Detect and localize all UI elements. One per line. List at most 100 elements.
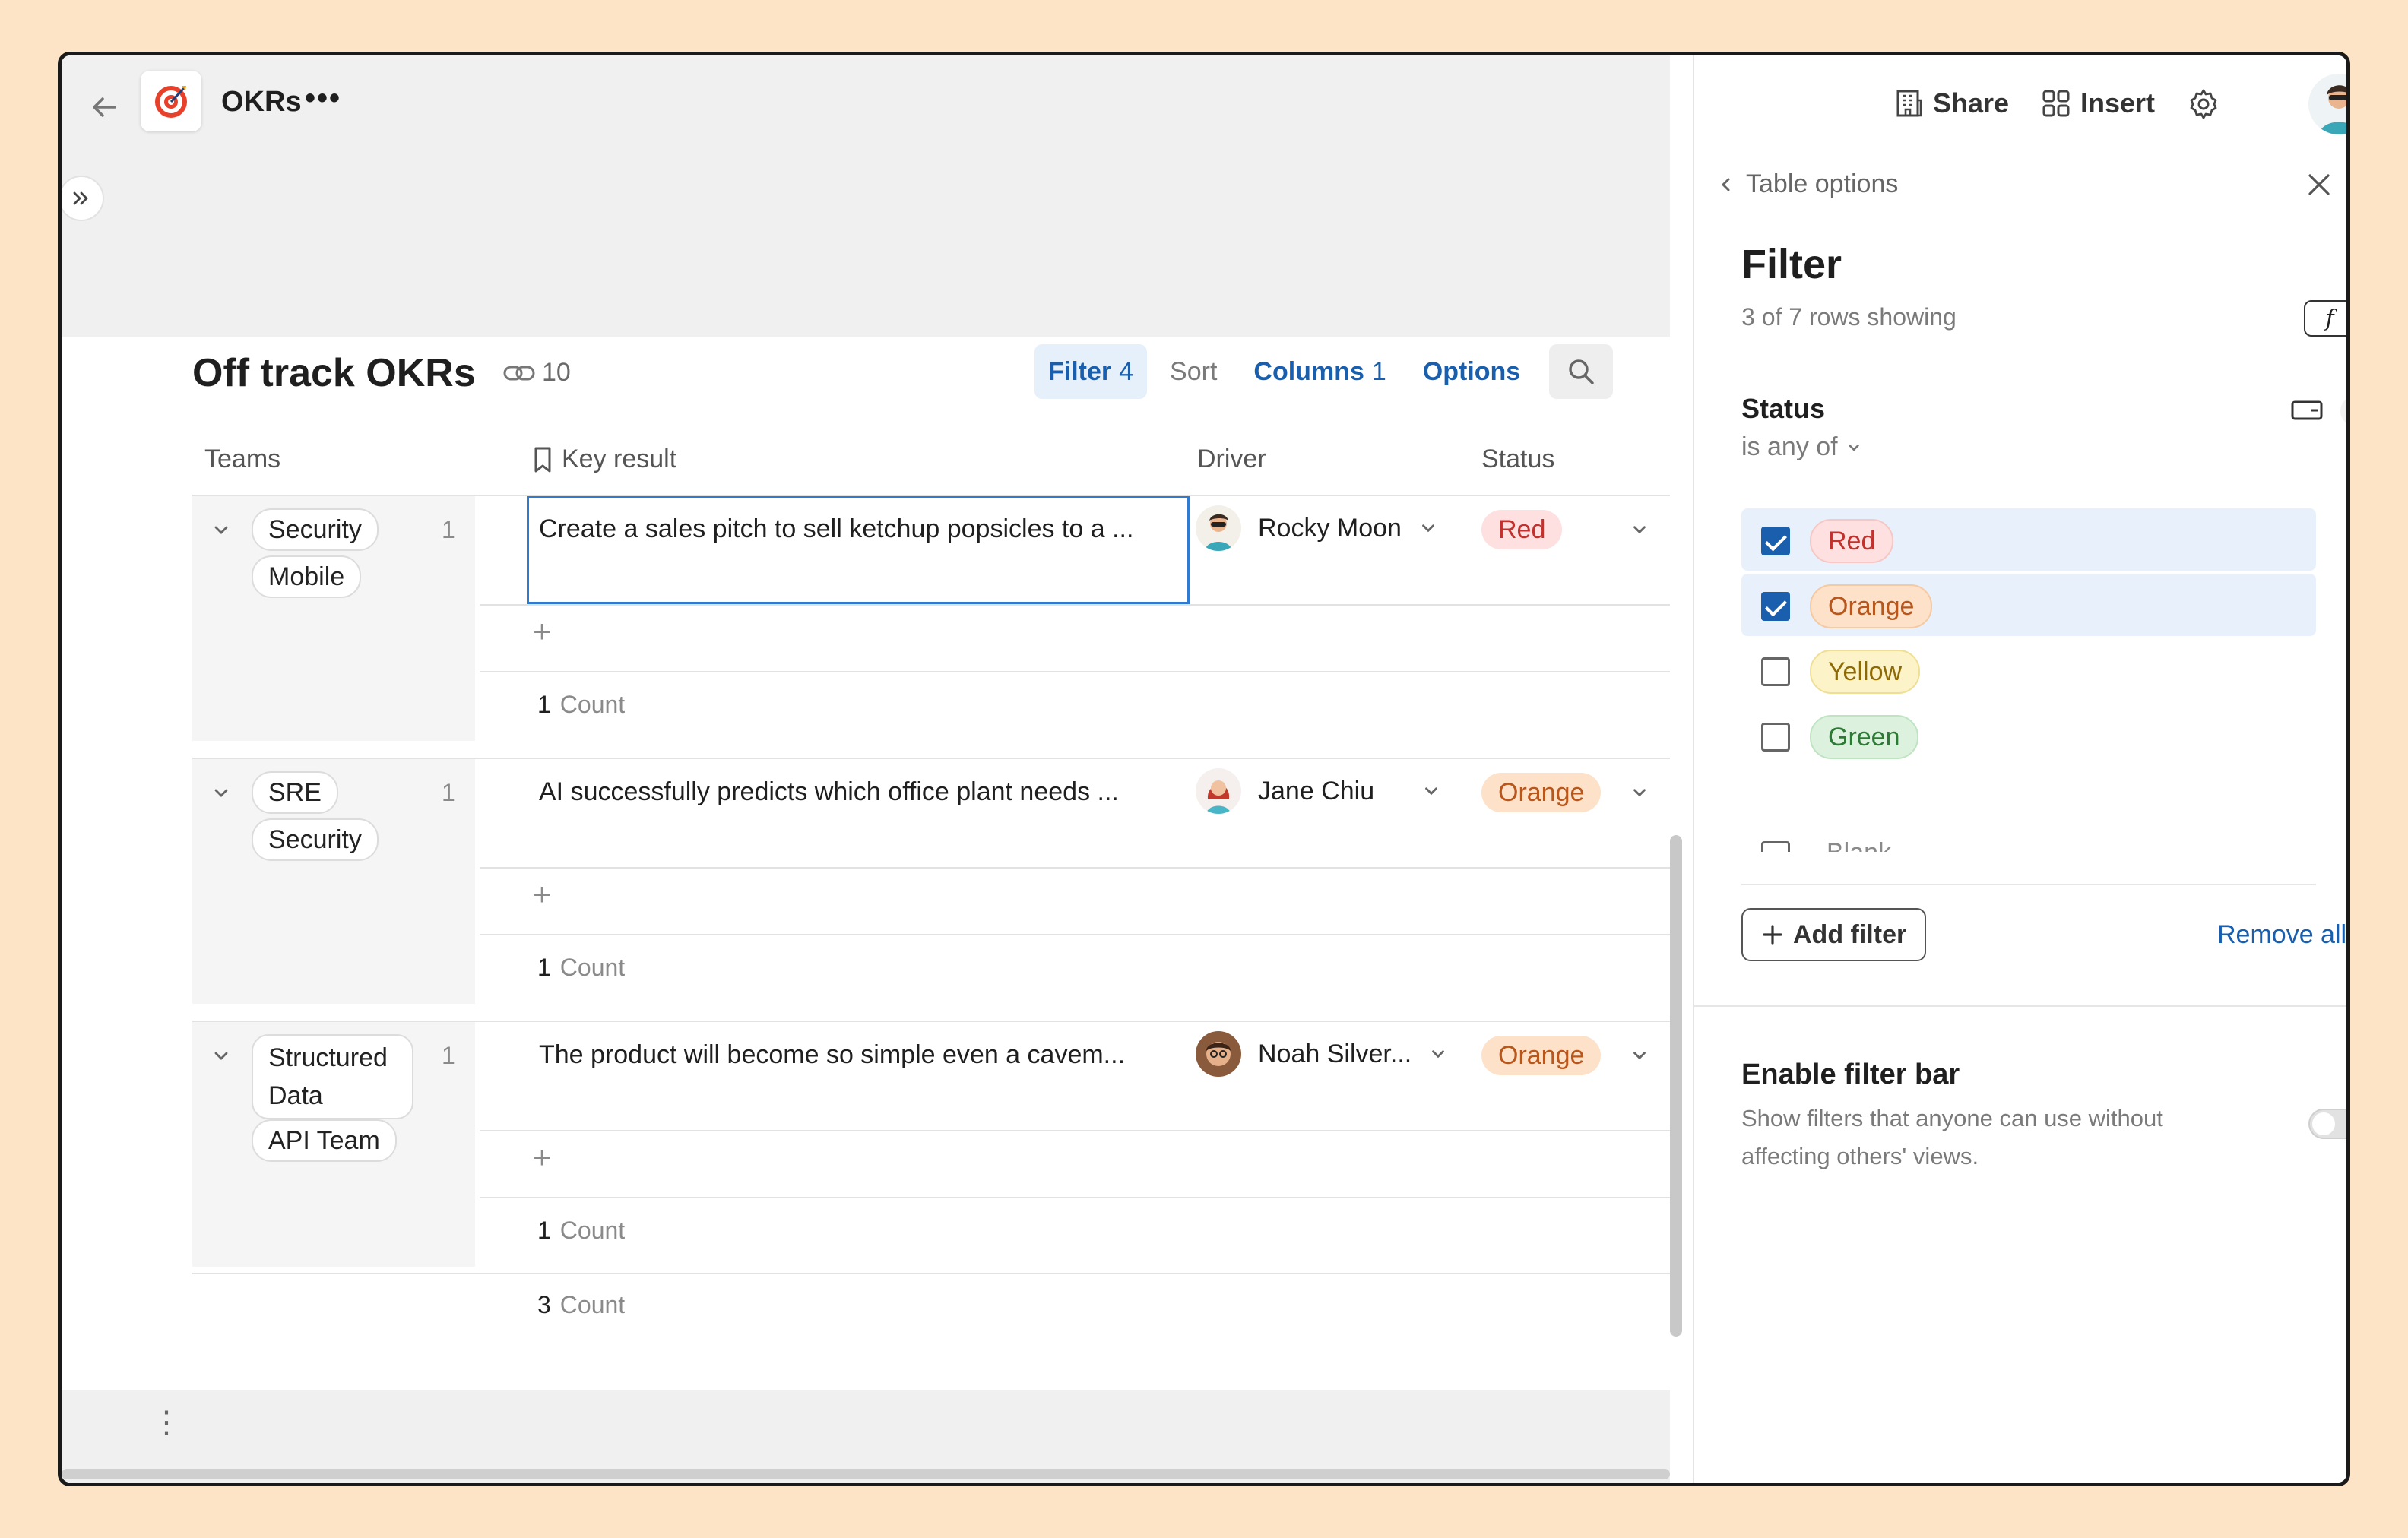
chevron-down-icon[interactable]: [1626, 516, 1653, 543]
team-tag[interactable]: Structured Data: [252, 1034, 413, 1119]
checkbox[interactable]: [1761, 592, 1790, 621]
column-header-key-result[interactable]: Key result: [533, 445, 676, 474]
settings-button[interactable]: [2187, 87, 2220, 121]
search-button[interactable]: [1549, 344, 1614, 399]
chevron-down-icon[interactable]: [208, 779, 235, 806]
team-tag-line: Data: [268, 1081, 323, 1110]
back-label: Table options: [1746, 169, 1899, 198]
condition-dropdown[interactable]: is any of: [1741, 432, 1862, 462]
vertical-dots-icon[interactable]: ⋮: [151, 1405, 182, 1440]
insert-label: Insert: [2080, 87, 2156, 119]
group-row-count: 1: [442, 1042, 455, 1069]
share-button[interactable]: Share: [1893, 87, 2009, 119]
filter-button[interactable]: Filter 4: [1034, 344, 1148, 399]
column-header-status[interactable]: Status: [1481, 445, 1554, 474]
vertical-scrollbar[interactable]: [1670, 835, 1682, 1337]
options-button[interactable]: Options: [1409, 344, 1534, 399]
chevron-down-icon[interactable]: [1428, 1044, 1448, 1064]
column-header-teams[interactable]: Teams: [204, 445, 280, 474]
team-tag[interactable]: Security: [252, 508, 379, 551]
status-badge[interactable]: Red: [1481, 510, 1563, 549]
chevron-down-icon[interactable]: [1626, 1042, 1653, 1069]
filter-option-green[interactable]: Green: [1741, 704, 2316, 767]
filter-option-yellow[interactable]: Yellow: [1741, 639, 2316, 701]
filter-option-blank[interactable]: Blank: [1741, 834, 2316, 852]
formula-button[interactable]: f: [2304, 300, 2346, 337]
team-tag[interactable]: Security: [252, 818, 379, 861]
key-result-header-label: Key result: [562, 445, 677, 473]
key-result-cell[interactable]: The product will become so simple even a…: [539, 1040, 1125, 1070]
back-to-table-options[interactable]: Table options: [1717, 169, 1898, 199]
chevron-down-icon[interactable]: [208, 1042, 235, 1069]
table-total-summary: 3 Count: [537, 1291, 625, 1319]
chevron-left-icon: [1721, 178, 1730, 191]
checkbox[interactable]: [1761, 527, 1790, 555]
driver-name: Noah Silver...: [1258, 1039, 1412, 1068]
driver-cell[interactable]: Jane Chiu: [1196, 768, 1441, 814]
chevron-up-icon[interactable]: [2340, 396, 2346, 426]
group-summary: 1 Count: [537, 954, 625, 982]
chevron-down-icon: [1848, 444, 1859, 451]
grid-plus-icon: [2042, 90, 2070, 117]
chevron-down-icon[interactable]: [1421, 781, 1441, 801]
options-label: Options: [1422, 356, 1521, 386]
expand-sidebar-button[interactable]: [62, 176, 104, 221]
key-result-cell[interactable]: AI successfully predicts which office pl…: [539, 777, 1119, 807]
link-count[interactable]: 10: [502, 358, 571, 388]
columns-count: 1: [1371, 356, 1386, 386]
chevron-down-icon[interactable]: [208, 516, 235, 543]
status-badge[interactable]: Orange: [1481, 773, 1602, 812]
doc-header: [62, 55, 1670, 337]
checkbox[interactable]: [1761, 657, 1790, 686]
option-label: Green: [1810, 715, 1918, 759]
group-row-count: 1: [442, 779, 455, 806]
add-row-button[interactable]: +: [533, 1139, 552, 1176]
filter-option-red[interactable]: Red: [1741, 508, 2316, 571]
filter-title: Filter: [1741, 242, 1842, 287]
document-area: OKRs ••• Off track OKRs 10 Filter 4 Sort…: [62, 55, 1670, 1483]
team-tag[interactable]: Mobile: [252, 555, 362, 598]
table-title[interactable]: Off track OKRs: [192, 350, 476, 396]
close-icon[interactable]: [2302, 168, 2336, 201]
building-icon: [1896, 90, 1922, 117]
sort-button[interactable]: Sort: [1156, 344, 1231, 399]
team-tag[interactable]: SRE: [252, 771, 338, 814]
insert-button[interactable]: Insert: [2041, 87, 2155, 119]
card-icon[interactable]: [2290, 399, 2324, 422]
columns-label: Columns: [1253, 356, 1364, 386]
horizontal-scrollbar[interactable]: [62, 1469, 1670, 1479]
bookmark-icon: [534, 447, 551, 472]
add-filter-label: Add filter: [1793, 919, 1907, 949]
key-result-cell[interactable]: Create a sales pitch to sell ketchup pop…: [539, 514, 1133, 544]
team-tag[interactable]: API Team: [252, 1119, 397, 1162]
divider: [480, 1197, 1670, 1198]
divider: [480, 867, 1670, 869]
top-actions: Share Insert: [1694, 81, 2346, 142]
summary-label: Count: [559, 1217, 626, 1244]
link-count-value: 10: [542, 358, 571, 387]
target-icon[interactable]: [141, 71, 201, 131]
checkbox[interactable]: [1761, 723, 1790, 752]
divider: [1741, 884, 2316, 885]
share-label: Share: [1933, 87, 2010, 119]
add-filter-button[interactable]: Add filter: [1741, 908, 1927, 961]
checkbox[interactable]: [1761, 841, 1790, 852]
status-badge[interactable]: Orange: [1481, 1036, 1602, 1075]
summary-label: Count: [559, 691, 626, 718]
chevron-down-icon[interactable]: [1418, 518, 1438, 538]
chevron-down-icon[interactable]: [1626, 779, 1653, 806]
remove-all-link[interactable]: Remove all: [2217, 920, 2346, 950]
driver-cell[interactable]: Noah Silver...: [1196, 1031, 1448, 1077]
filter-bar-toggle[interactable]: [2308, 1109, 2346, 1139]
more-options-icon[interactable]: •••: [305, 81, 341, 116]
columns-button[interactable]: Columns 1: [1240, 344, 1399, 399]
add-row-button[interactable]: +: [533, 613, 552, 650]
condition-label: is any of: [1741, 432, 1838, 461]
divider: [480, 934, 1670, 935]
back-arrow-icon[interactable]: [83, 86, 125, 128]
filter-option-orange[interactable]: Orange: [1741, 574, 2316, 636]
column-header-driver[interactable]: Driver: [1197, 445, 1266, 474]
driver-cell[interactable]: Rocky Moon: [1196, 505, 1438, 551]
doc-title[interactable]: OKRs: [221, 86, 302, 119]
add-row-button[interactable]: +: [533, 876, 552, 913]
